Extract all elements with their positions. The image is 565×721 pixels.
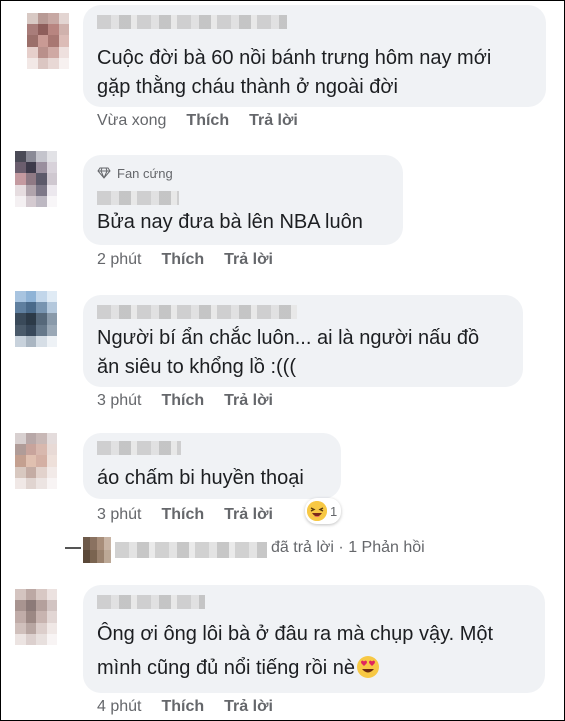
reply-button[interactable]: Trả lời	[224, 698, 273, 716]
reply-button[interactable]: Trả lời	[224, 392, 273, 410]
fan-badge: Fan cứng	[97, 166, 173, 181]
like-button[interactable]: Thích	[186, 112, 229, 130]
like-button[interactable]: Thích	[161, 392, 204, 410]
diamond-icon	[97, 167, 111, 179]
like-button[interactable]: Thích	[161, 251, 204, 269]
comment-meta: 4 phút Thích Trả lời	[97, 698, 293, 716]
comment-text-line: ăn siêu to khổng lồ :(((	[97, 356, 296, 378]
comment-text-line: mình cũng đủ nổi tiếng rồi nè	[97, 657, 355, 679]
reply-connector	[65, 547, 81, 549]
comment-text-line-wrap: mình cũng đủ nổi tiếng rồi nè	[97, 653, 379, 683]
like-button[interactable]: Thích	[161, 698, 204, 716]
comment-text-line: Người bí ẩn chắc luôn... ai là người nấu…	[97, 327, 480, 349]
replied-text: đã trả lời	[271, 539, 334, 556]
reply-button[interactable]: Trả lời	[249, 112, 298, 130]
reaction-count: 1	[330, 503, 338, 519]
reaction-badge[interactable]: 1	[305, 498, 342, 524]
comment-bubble: Ông ơi ông lôi bà ở đâu ra mà chụp vậy. …	[83, 585, 545, 693]
comment-thread: Cuộc đời bà 60 nồi bánh trưng hôm nay mớ…	[0, 0, 565, 721]
reply-avatar[interactable]	[83, 537, 111, 563]
comment-text-line: áo chấm bi huyền thoại	[97, 467, 304, 489]
comment-time[interactable]: 3 phút	[97, 506, 141, 524]
avatar[interactable]	[15, 291, 57, 347]
avatar[interactable]	[15, 589, 57, 645]
comment-text-line: Ông ơi ông lôi bà ở đâu ra mà chụp vậy. …	[97, 623, 494, 645]
commenter-name[interactable]	[97, 15, 287, 29]
avatar[interactable]	[27, 13, 69, 69]
view-replies-link[interactable]: đã trả lời · 1 Phản hồi	[271, 539, 425, 557]
comment-time[interactable]: 2 phút	[97, 251, 141, 269]
badge-label: Fan cứng	[117, 166, 173, 181]
reply-button[interactable]: Trả lời	[224, 506, 273, 524]
commenter-name[interactable]	[97, 305, 297, 319]
comment-meta: Vừa xong Thích Trả lời	[97, 112, 318, 130]
comment-meta: 2 phút Thích Trả lời	[97, 251, 293, 269]
comment-meta: 3 phút Thích Trả lời	[97, 506, 293, 524]
avatar[interactable]	[15, 433, 57, 489]
commenter-name[interactable]	[97, 441, 181, 455]
comment-time[interactable]: 4 phút	[97, 698, 141, 716]
comment-bubble: áo chấm bi huyền thoại	[83, 433, 341, 499]
comment-text-line: Cuộc đời bà 60 nồi bánh trưng hôm nay mớ…	[97, 47, 492, 69]
laughing-emoji-icon	[307, 501, 327, 521]
comment-time[interactable]: 3 phút	[97, 392, 141, 410]
reply-count: · 1 Phản hồi	[338, 539, 425, 556]
commenter-name[interactable]	[97, 595, 205, 609]
replier-name[interactable]	[115, 542, 267, 558]
avatar[interactable]	[15, 151, 57, 207]
comment-bubble: Người bí ẩn chắc luôn... ai là người nấu…	[83, 295, 523, 387]
reply-button[interactable]: Trả lời	[224, 251, 273, 269]
comment-time[interactable]: Vừa xong	[97, 112, 166, 130]
heart-eyes-emoji-icon	[356, 656, 379, 678]
comment-text-line: gặp thằng cháu thành ở ngoài đời	[97, 76, 398, 98]
comment-bubble: Cuộc đời bà 60 nồi bánh trưng hôm nay mớ…	[83, 5, 546, 107]
like-button[interactable]: Thích	[161, 506, 204, 524]
commenter-name[interactable]	[97, 191, 179, 205]
comment-bubble: Fan cứng Bửa nay đưa bà lên NBA luôn	[83, 155, 403, 245]
comment-meta: 3 phút Thích Trả lời	[97, 392, 293, 410]
comment-text-line: Bửa nay đưa bà lên NBA luôn	[97, 211, 363, 233]
